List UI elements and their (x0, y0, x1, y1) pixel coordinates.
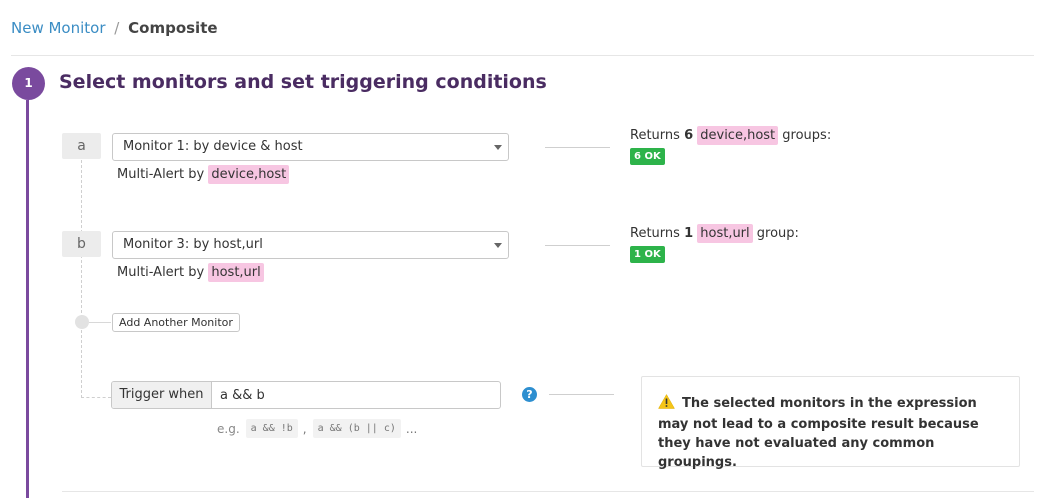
monitor-a-multi-alert: Multi-Alert by device,host (117, 165, 290, 184)
add-another-monitor-button[interactable]: Add Another Monitor (112, 313, 240, 332)
tree-node-line (89, 322, 111, 323)
trigger-when-label: Trigger when (112, 382, 212, 408)
tree-node-dot (75, 315, 89, 329)
returns-tag: device,host (697, 126, 779, 145)
multi-alert-tag: device,host (208, 165, 290, 184)
step-title: Select monitors and set triggering condi… (59, 71, 547, 93)
monitor-a-selected-value: Monitor 1: by device & host (123, 139, 303, 154)
tree-connector-trigger (81, 397, 111, 398)
step-number-badge: 1 (12, 67, 45, 100)
monitor-b-returns: Returns 1 host,url group: (630, 224, 799, 243)
monitor-letter-b: b (62, 231, 101, 257)
returns-prefix: Returns (630, 128, 680, 143)
multi-alert-label: Multi-Alert by (117, 265, 205, 280)
returns-suffix: groups: (782, 128, 832, 143)
examples-comma: , (302, 421, 307, 436)
warning-text: The selected monitors in the expression … (658, 396, 979, 470)
help-connector (549, 394, 614, 395)
returns-suffix: group: (756, 226, 799, 241)
help-icon[interactable]: ? (522, 387, 537, 402)
monitor-a-select[interactable]: Monitor 1: by device & host (112, 133, 509, 161)
tree-connector-vertical (81, 160, 82, 398)
breadcrumb-new-monitor-link[interactable]: New Monitor (11, 19, 106, 37)
returns-prefix: Returns (630, 226, 680, 241)
trigger-when-group: Trigger when (111, 381, 501, 409)
multi-alert-tag: host,url (208, 263, 264, 282)
examples-prefix: e.g. (217, 421, 240, 436)
chevron-down-icon (494, 145, 502, 150)
examples-ellipsis: ... (405, 421, 418, 436)
monitor-letter-a: a (62, 133, 101, 159)
returns-count: 1 (684, 226, 694, 241)
monitor-b-result-connector (545, 245, 610, 246)
example-code: a && !b (245, 419, 298, 438)
breadcrumb-current: Composite (128, 19, 218, 37)
trigger-examples: e.g. a && !b , a && (b || c) ... (217, 419, 417, 438)
header-divider (11, 55, 1034, 56)
returns-count: 6 (684, 128, 694, 143)
monitor-b-status-badge: 1 OK (630, 246, 665, 263)
chevron-down-icon (494, 243, 502, 248)
monitor-a-result-connector (545, 147, 610, 148)
breadcrumb: New Monitor / Composite (11, 19, 218, 37)
monitor-a-returns: Returns 6 device,host groups: (630, 126, 832, 145)
returns-tag: host,url (697, 224, 753, 243)
monitor-b-multi-alert: Multi-Alert by host,url (117, 263, 264, 282)
warning-message-box: The selected monitors in the expression … (641, 376, 1020, 470)
step-progress-line (26, 100, 29, 498)
multi-alert-label: Multi-Alert by (117, 167, 205, 182)
example-code: a && (b || c) (312, 419, 401, 438)
breadcrumb-separator: / (114, 19, 120, 37)
trigger-expression-input[interactable] (212, 382, 500, 408)
warning-triangle-icon (658, 393, 676, 415)
monitor-b-selected-value: Monitor 3: by host,url (123, 237, 263, 252)
section-divider (62, 491, 1034, 492)
monitor-b-select[interactable]: Monitor 3: by host,url (112, 231, 509, 259)
monitor-a-status-badge: 6 OK (630, 148, 665, 165)
